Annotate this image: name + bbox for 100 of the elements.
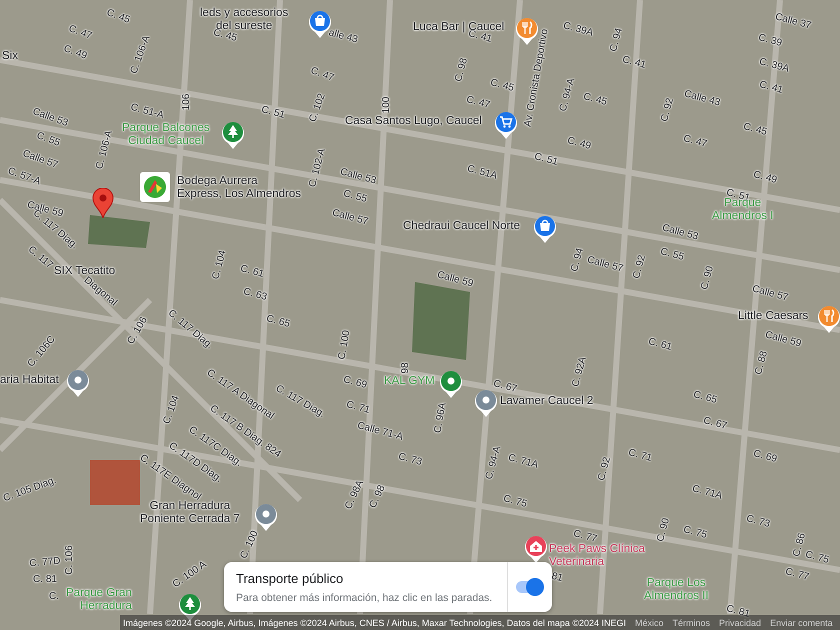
street-label: C. 98 — [454, 57, 470, 83]
dot-pin-icon[interactable] — [474, 388, 498, 417]
place-label[interactable]: Little Caesars — [738, 310, 808, 323]
street-label: C. 41 — [621, 55, 647, 71]
street-label: C. 73 — [745, 514, 771, 530]
street-label: C. 39 — [757, 33, 783, 49]
street-label: C. 71A — [690, 484, 724, 502]
footer-link[interactable]: México — [635, 618, 664, 628]
street-label: C. 45 — [742, 122, 768, 138]
street-label: C. 75 — [502, 494, 528, 510]
street-label: C. 81 — [33, 575, 57, 585]
street-label: C. 104 — [162, 394, 182, 426]
street-label: 106 — [182, 94, 192, 110]
street-label: C. 102-A — [308, 148, 328, 188]
place-label[interactable]: Gran Herradura Poniente Cerrada 7 — [140, 500, 240, 526]
tree-pin-icon[interactable] — [178, 592, 202, 621]
street-label: C. 61 — [239, 264, 265, 280]
street-label: C. 96A — [433, 402, 449, 434]
card-hint: Para obtener más información, haz clic en las paradas. — [236, 592, 494, 604]
place-label[interactable]: Chedraui Caucel Norte — [403, 220, 520, 233]
street-label: C. 94 — [609, 27, 625, 53]
street-label: C. 71A — [506, 453, 540, 471]
street-label: C. 39A — [758, 57, 790, 75]
place-label[interactable]: Six — [2, 50, 18, 63]
street-label: C. 75 — [682, 525, 708, 541]
street-label: Calle 37 — [774, 12, 812, 32]
dot-pin-icon[interactable] — [439, 369, 463, 398]
dot-pin-icon[interactable] — [66, 368, 90, 397]
street-label: C. 45 — [489, 78, 515, 94]
street-label: alle 43 — [327, 28, 359, 46]
street-label: C. 65 — [265, 314, 291, 330]
street-label: C. 100 — [338, 330, 352, 360]
street-label: C. 105 Diag. — [2, 476, 58, 504]
street-label: C. 90 — [700, 265, 716, 291]
street-label: C. 45 — [582, 92, 608, 108]
street-label: Calle 53 — [660, 223, 700, 243]
street-label: C. 117 — [26, 244, 54, 272]
street-label: C. 81 — [725, 604, 751, 620]
street-label: C. 41 — [758, 80, 784, 96]
street-label: C. 106-A — [130, 34, 152, 76]
street-label: C. 49 — [752, 170, 778, 186]
street-label: C. 92 — [660, 97, 676, 123]
place-label[interactable]: aria Habitat — [0, 374, 59, 387]
street-label: C. 71 — [345, 400, 371, 416]
street-label: C. 45 — [212, 28, 238, 44]
street-label: Calle 57 — [330, 208, 370, 228]
footer-link[interactable]: Términos — [672, 618, 710, 628]
street-label: C. 92A — [571, 356, 589, 388]
street-label: C. 65 — [692, 390, 718, 406]
street-label: C. 51 — [533, 152, 559, 168]
street-label: C. 51 — [260, 105, 286, 121]
cart-pin-icon[interactable] — [494, 110, 518, 139]
street-label: C. 61 — [647, 337, 673, 353]
street-label: C. 55 — [342, 189, 368, 205]
street-label: C. 90 — [656, 517, 672, 543]
street-label: C. 98 — [368, 484, 388, 510]
street-label: C. 41 — [467, 29, 493, 45]
street-label: C. 39A — [562, 21, 594, 39]
street-label: C. 88 — [754, 350, 770, 376]
street-label: C. 67 — [492, 379, 518, 395]
street-label: Calle 71-A — [356, 421, 404, 443]
street-label: C. 77 — [784, 567, 810, 583]
location-pin-icon[interactable] — [92, 188, 114, 218]
street-label: C. 49 — [62, 44, 88, 62]
street-label: C. 100 — [239, 530, 261, 560]
street-label: C. 94-A — [484, 445, 504, 481]
street-label: C. 100 A — [171, 560, 209, 590]
street-label: C. 71 — [627, 448, 653, 464]
transit-toggle[interactable] — [516, 581, 542, 593]
street-label: C. 98A — [344, 479, 366, 511]
attribution-text: Imágenes ©2024 Google, Airbus, Imágenes ©2024 Airbus, CNES / Airbus, Maxar Technologies, Datos del mapa ©2024 INEGI — [123, 618, 626, 628]
card-title: Transporte público — [236, 570, 344, 586]
street-label: C. 47 — [309, 66, 335, 84]
house-cross-pin-icon[interactable] — [524, 534, 548, 563]
street-label: C. 47 — [682, 134, 708, 150]
tree-pin-icon[interactable] — [221, 120, 245, 149]
street-label: Calle 43 — [682, 89, 722, 109]
bag-pin-icon[interactable] — [533, 214, 557, 243]
street-label: C. — [49, 592, 59, 602]
street-label: C. 67 — [702, 416, 728, 432]
street-label: 100 — [382, 96, 392, 114]
street-label: C. 77 — [572, 529, 598, 545]
footer-link[interactable]: Privacidad — [719, 618, 762, 628]
footer-link[interactable]: Enviar comenta — [770, 618, 833, 628]
street-label: Calle 59 — [764, 330, 802, 350]
street-label: C. 69 — [342, 375, 368, 391]
store-logo-icon[interactable] — [140, 172, 170, 202]
street-label: C. 75 — [804, 550, 830, 566]
street-label: C. 94-A — [558, 77, 578, 113]
street-label: Calle 53 — [338, 167, 378, 187]
street-label: C. 47 — [465, 95, 491, 111]
street-label: C. 69 — [752, 449, 778, 465]
place-label[interactable]: Lavamer Caucel 2 — [500, 395, 594, 408]
place-label[interactable]: Bodega Aurrera Express, Los Almendros — [177, 175, 302, 201]
street-label: C. 106-A — [95, 130, 115, 170]
place-label[interactable]: Casa Santos Lugo, Caucel — [345, 115, 482, 128]
dot-pin-icon[interactable] — [254, 502, 278, 531]
street-label: C. 51-A — [129, 102, 165, 122]
street-label: Calle 57 — [750, 284, 790, 304]
fork-knife-pin-icon[interactable] — [817, 304, 840, 333]
